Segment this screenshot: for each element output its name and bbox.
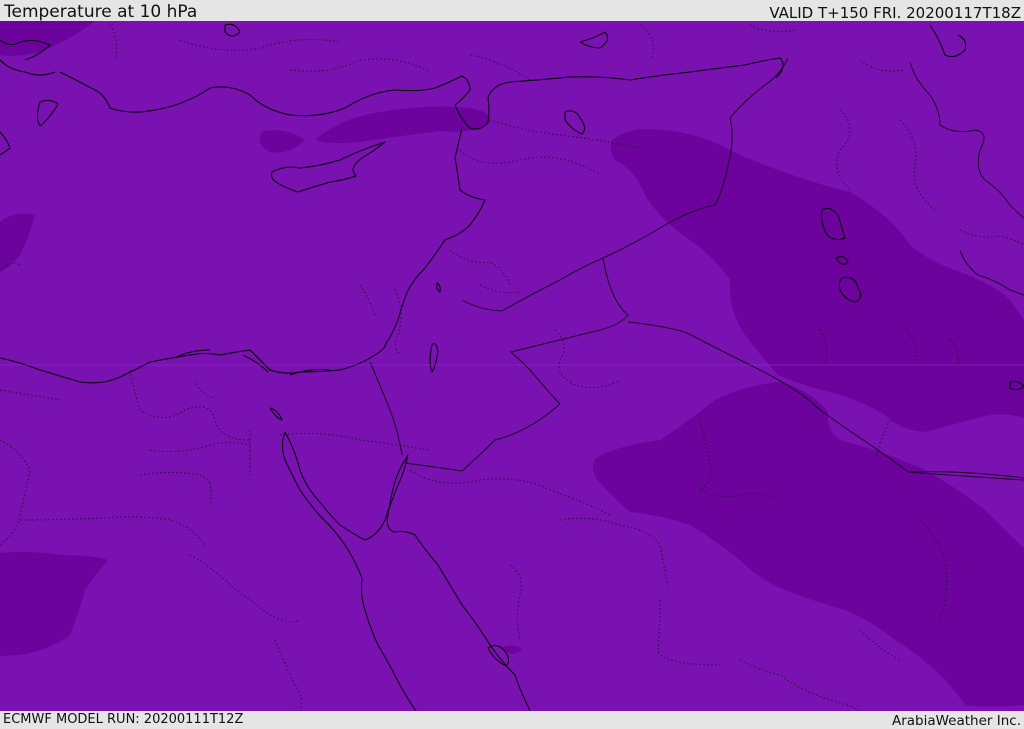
- model-run-label: ECMWF MODEL RUN: 20200111T12Z: [3, 712, 244, 727]
- map-panel[interactable]: [0, 21, 1024, 711]
- footer-bar: ECMWF MODEL RUN: 20200111T12Z ArabiaWeat…: [0, 711, 1024, 729]
- credit-label: ArabiaWeather Inc.: [891, 713, 1021, 729]
- header-bar: Temperature at 10 hPa VALID T+150 FRI. 2…: [0, 0, 1024, 21]
- forecast-map-view: Temperature at 10 hPa VALID T+150 FRI. 2…: [0, 0, 1024, 729]
- map-title: Temperature at 10 hPa: [4, 2, 198, 22]
- valid-time-label: VALID T+150 FRI. 20200117T18Z: [769, 4, 1021, 22]
- temperature-map[interactable]: [0, 21, 1024, 711]
